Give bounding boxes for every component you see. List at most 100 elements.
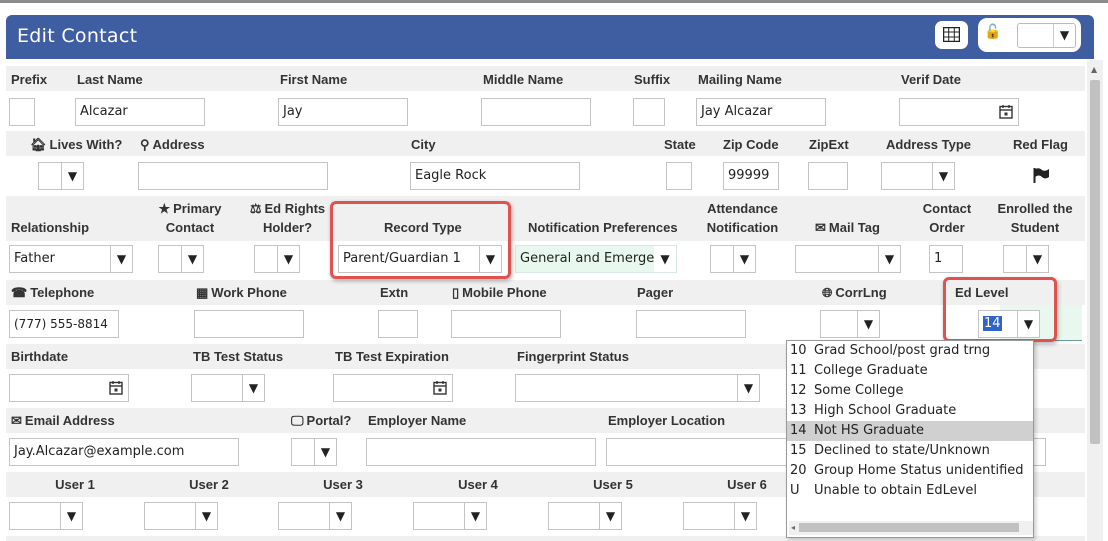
suffix-field[interactable] — [633, 98, 665, 126]
unlock-icon[interactable]: 🔓 — [984, 24, 1001, 40]
star-icon: ★ — [158, 201, 171, 216]
fingerprint-select[interactable]: ▼ — [515, 374, 760, 402]
first-name-label: First Name — [280, 72, 348, 87]
work-phone-label: ▦ Work Phone — [196, 285, 287, 300]
red-flag-label: Red Flag — [1013, 137, 1068, 152]
address-type-select[interactable]: ▼ — [881, 162, 955, 190]
pager-field[interactable] — [636, 310, 746, 338]
chevron-down-icon: ▼ — [734, 503, 756, 529]
last-name-field[interactable]: Alcazar — [75, 98, 205, 126]
portal-select[interactable]: ▼ — [291, 438, 337, 466]
lock-select[interactable]: ▼ — [1017, 23, 1076, 48]
city-label: City — [411, 137, 436, 152]
tb-status-label: TB Test Status — [193, 349, 284, 364]
user5-label: User 5 — [593, 477, 633, 492]
chevron-down-icon: ▼ — [878, 246, 900, 272]
ed-level-option[interactable]: 20 Group Home Status unidentified — [787, 461, 1033, 481]
user4-label: User 4 — [458, 477, 498, 492]
corrlng-select[interactable]: ▼ — [820, 310, 880, 338]
tb-status-select[interactable]: ▼ — [191, 374, 265, 402]
mobile-phone-field[interactable] — [451, 310, 561, 338]
map-pin-icon: ⚲ — [140, 137, 150, 152]
employer-location-field[interactable] — [606, 438, 806, 466]
ed-level-option[interactable]: 10 Grad School/post grad trng — [787, 341, 1033, 361]
primary-contact-label-2: Contact — [165, 220, 215, 235]
chevron-down-icon: ▼ — [737, 375, 759, 401]
ed-level-option[interactable]: U Unable to obtain EdLevel — [787, 481, 1033, 501]
chevron-down-icon: ▼ — [1026, 246, 1048, 272]
email-label: ✉ Email Address — [11, 413, 115, 428]
scroll-left-icon[interactable]: ◂ — [791, 521, 795, 535]
vertical-scrollbar[interactable]: ▲ — [1087, 60, 1103, 541]
ed-level-option[interactable]: 15 Declined to state/Unknown — [787, 441, 1033, 461]
verif-date-label: Verif Date — [901, 72, 961, 87]
city-field[interactable]: Eagle Rock — [410, 162, 580, 190]
enrolled-select[interactable]: ▼ — [1003, 245, 1049, 273]
ed-rights-label-2: Holder? — [262, 220, 313, 235]
window-top-border — [0, 0, 1108, 3]
prefix-field[interactable] — [9, 98, 35, 126]
contact-order-label-2: Order — [929, 220, 965, 235]
calendar-icon[interactable] — [433, 380, 447, 395]
middle-name-label: Middle Name — [483, 72, 564, 87]
user4-select[interactable]: ▼ — [413, 502, 487, 530]
telephone-label: ☎ Telephone — [11, 285, 95, 300]
middle-name-field[interactable] — [481, 98, 591, 126]
last-name-label: Last Name — [77, 72, 143, 87]
grid-view-button[interactable] — [935, 21, 968, 49]
chevron-down-icon: ▼ — [60, 503, 82, 529]
attendance-select[interactable]: ▼ — [710, 245, 756, 273]
relationship-select[interactable]: Father ▼ — [9, 245, 133, 273]
extn-field[interactable] — [378, 310, 418, 338]
scrollbar-thumb[interactable] — [1090, 80, 1100, 444]
envelope-icon: ✉ — [815, 220, 826, 235]
relationship-label: Relationship — [11, 220, 90, 235]
ed-rights-select[interactable]: ▼ — [254, 245, 300, 273]
chevron-down-icon: ▼ — [857, 311, 879, 337]
chevron-down-icon: ▼ — [242, 375, 264, 401]
attendance-label-2: Notification — [706, 220, 779, 235]
extn-label: Extn — [380, 285, 409, 300]
zipext-field[interactable] — [808, 162, 848, 190]
calendar-icon[interactable] — [999, 104, 1013, 119]
attendance-label: Attendance — [707, 201, 778, 216]
user6-select[interactable]: ▼ — [683, 502, 757, 530]
scroll-up-icon[interactable]: ▲ — [1091, 65, 1097, 74]
user5-select[interactable]: ▼ — [548, 502, 622, 530]
ed-level-option[interactable]: 13 High School Graduate — [787, 401, 1033, 421]
user2-select[interactable]: ▼ — [144, 502, 218, 530]
chevron-down-icon: ▼ — [1053, 24, 1075, 47]
mail-tag-select[interactable]: ▼ — [795, 245, 901, 273]
notification-prefs-select[interactable]: General and Emerge ▼ — [515, 245, 677, 273]
lives-with-select[interactable]: ▼ — [38, 162, 84, 190]
chevron-down-icon: ▼ — [277, 246, 299, 272]
user1-select[interactable]: ▼ — [9, 502, 83, 530]
address-field[interactable] — [138, 162, 328, 190]
ed-level-option[interactable]: 11 College Graduate — [787, 361, 1033, 381]
dropdown-scrollbar-thumb[interactable] — [799, 523, 1019, 532]
chevron-down-icon: ▼ — [733, 246, 755, 272]
telephone-field[interactable]: (777) 555-8814 — [9, 310, 119, 338]
ed-level-highlight — [943, 277, 1057, 342]
mailing-name-field[interactable]: Jay Alcazar — [696, 98, 826, 126]
calendar-icon[interactable] — [109, 380, 123, 395]
user3-select[interactable]: ▼ — [278, 502, 352, 530]
ed-level-option[interactable]: 12 Some College — [787, 381, 1033, 401]
chevron-down-icon: ▼ — [599, 503, 621, 529]
primary-contact-select[interactable]: ▼ — [158, 245, 204, 273]
zip-code-field[interactable]: 99999 — [723, 162, 779, 190]
flag-icon[interactable] — [1033, 168, 1049, 183]
primary-contact-label: ★ Primary — [158, 201, 222, 216]
ed-level-option-selected[interactable]: 14 Not HS Graduate — [787, 421, 1033, 441]
first-name-field[interactable]: Jay — [278, 98, 408, 126]
zipext-label: ZipExt — [809, 137, 849, 152]
fingerprint-label: Fingerprint Status — [517, 349, 629, 364]
email-field[interactable]: Jay.Alcazar@example.com — [9, 438, 239, 466]
enrolled-label-2: Student — [1010, 220, 1060, 235]
employer-name-field[interactable] — [366, 438, 596, 466]
chevron-down-icon: ▼ — [932, 163, 954, 189]
work-phone-field[interactable] — [194, 310, 304, 338]
dropdown-horizontal-scrollbar[interactable]: ◂ — [789, 521, 1033, 535]
state-field[interactable] — [666, 162, 692, 190]
contact-order-field[interactable]: 1 — [929, 245, 963, 273]
